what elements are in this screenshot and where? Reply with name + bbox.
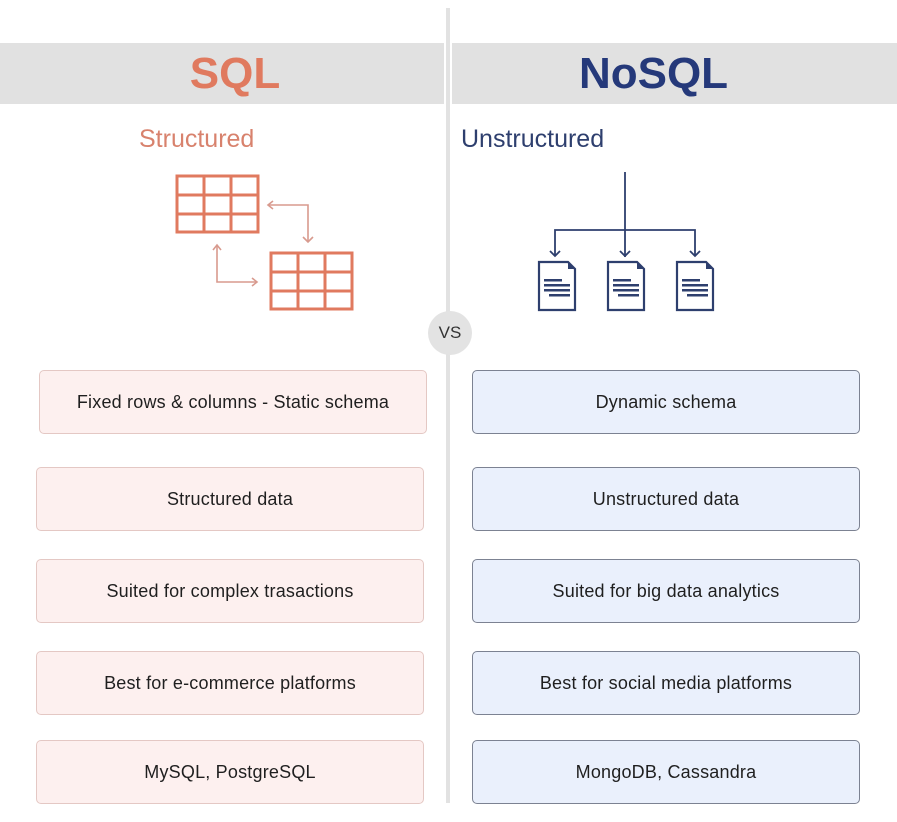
sql-feature-text: Suited for complex trasactions [106, 580, 354, 601]
nosql-feature-card: MongoDB, Cassandra [472, 740, 860, 804]
sql-feature-text: Structured data [166, 488, 294, 509]
sql-feature-text: Fixed rows & columns - Static schema [76, 391, 390, 412]
sql-feature-text: Best for e-commerce platforms [104, 672, 356, 693]
sql-feature-card: Structured data [36, 467, 424, 531]
nosql-feature-card: Suited for big data analytics [472, 559, 860, 623]
sql-feature-card: Best for e-commerce platforms [36, 651, 424, 715]
sql-title: SQL [189, 48, 281, 98]
table-bottom-icon [269, 251, 354, 311]
nosql-header: NoSQL [452, 43, 897, 104]
nosql-feature-card: Best for social media platforms [472, 651, 860, 715]
sql-feature-text: MySQL, PostgreSQL [144, 761, 316, 782]
nosql-feature-card: Dynamic schema [472, 370, 860, 434]
nosql-feature-text: Unstructured data [592, 488, 740, 509]
center-divider [446, 8, 450, 803]
sql-feature-card: MySQL, PostgreSQL [36, 740, 424, 804]
nosql-title: NoSQL [578, 48, 729, 98]
nosql-feature-text: Best for social media platforms [539, 672, 793, 693]
arrow-right-down-icon [266, 200, 314, 244]
nosql-subtitle: Unstructured [461, 125, 605, 153]
branch-arrows-icon [549, 172, 701, 258]
vs-label: VS [438, 323, 462, 342]
arrow-up-right-icon [212, 243, 259, 287]
sql-feature-card: Fixed rows & columns - Static schema [39, 370, 427, 434]
sql-subtitle: Structured [139, 125, 255, 153]
document-tree-icon [537, 172, 715, 312]
document-icon-3 [675, 260, 715, 312]
nosql-feature-card: Unstructured data [472, 467, 860, 531]
vs-badge: VS [428, 311, 472, 355]
sql-feature-card: Suited for complex trasactions [36, 559, 424, 623]
table-top-icon [175, 174, 260, 234]
nosql-feature-text: MongoDB, Cassandra [575, 761, 757, 782]
linked-tables-icon [175, 174, 354, 311]
sql-header: SQL [0, 43, 444, 104]
document-icon-2 [606, 260, 646, 312]
nosql-feature-text: Suited for big data analytics [552, 580, 780, 601]
nosql-feature-text: Dynamic schema [595, 391, 737, 412]
document-icon-1 [537, 260, 577, 312]
